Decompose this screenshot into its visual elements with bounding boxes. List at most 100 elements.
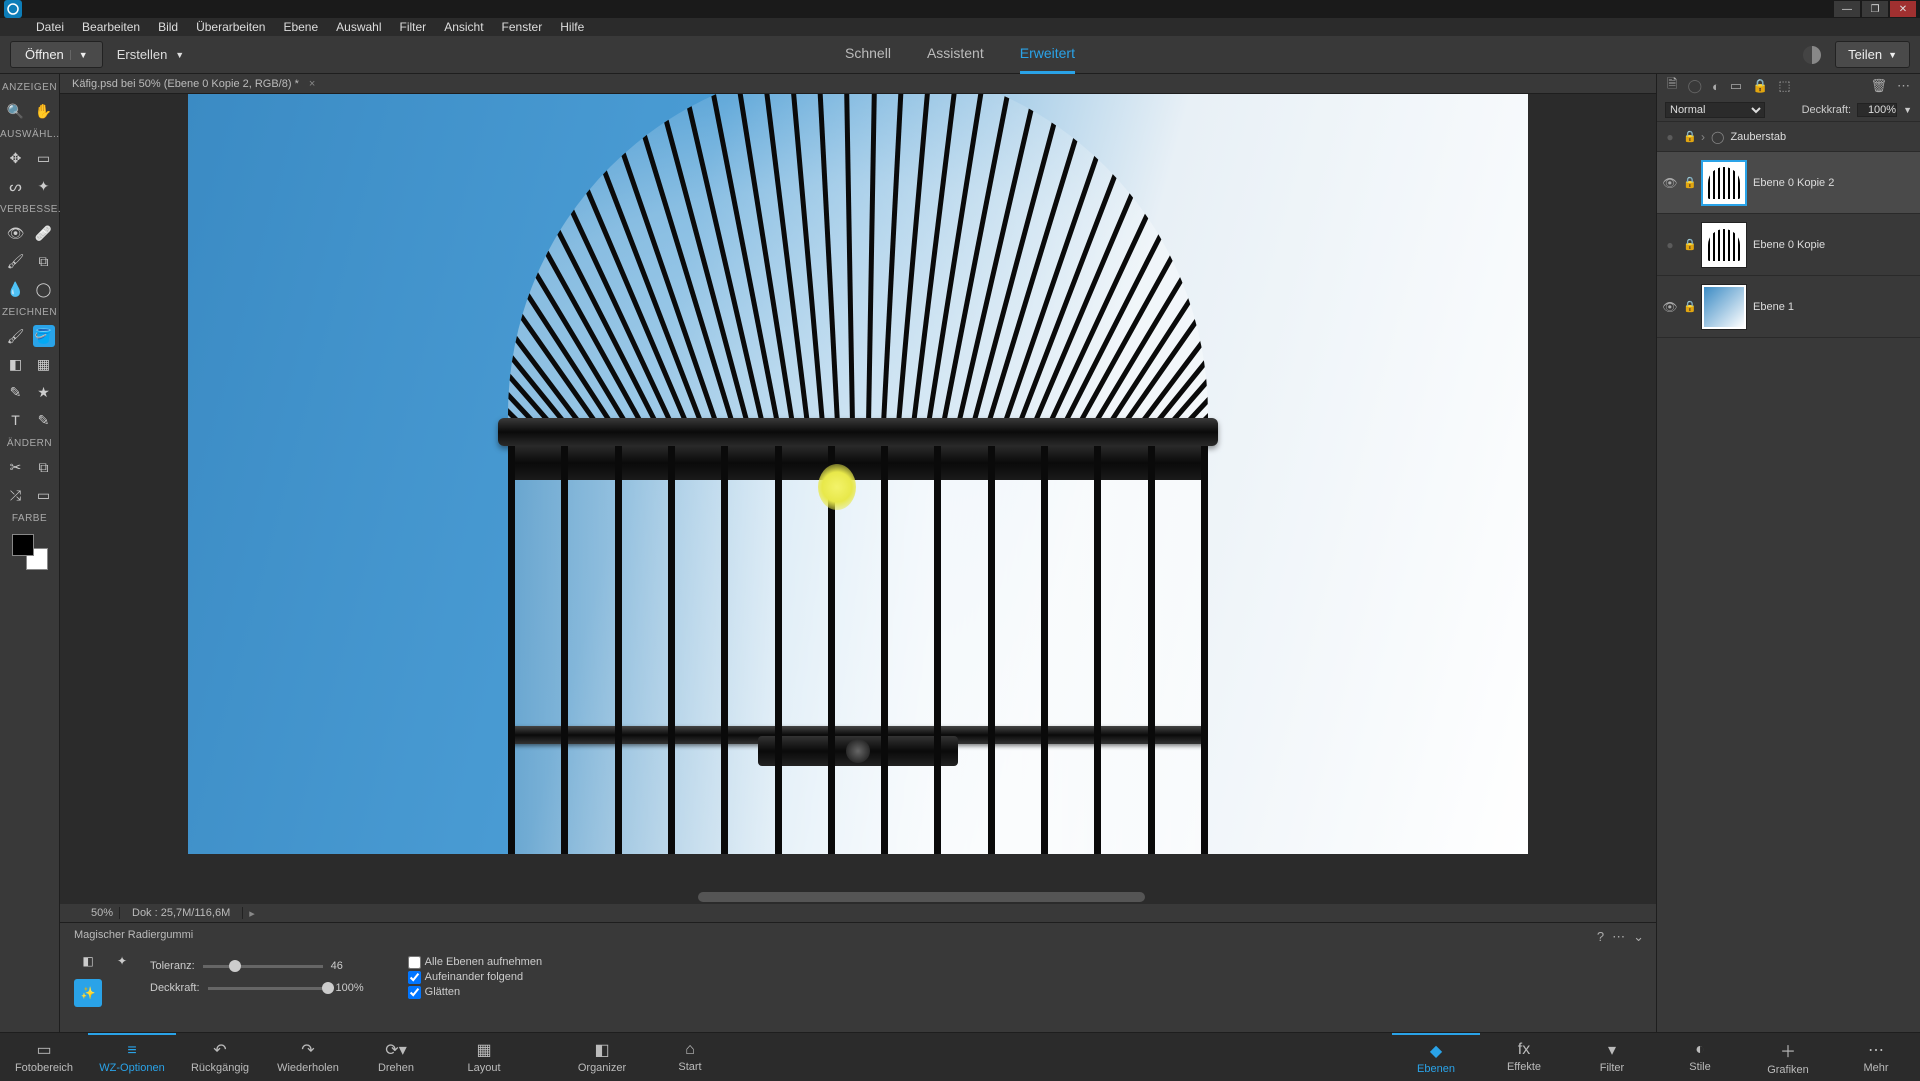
expand-icon[interactable]: › <box>1701 130 1705 144</box>
tool-move[interactable]: ✥ <box>5 147 27 169</box>
tool-recompose[interactable]: ⧉ <box>33 456 55 478</box>
menu-filter[interactable]: Filter <box>400 20 427 34</box>
blend-mode-select[interactable]: Normal <box>1665 102 1765 118</box>
window-maximize[interactable]: ❐ <box>1862 1 1888 17</box>
delete-layer-icon[interactable]: 🗑 <box>1870 78 1887 94</box>
layer-thumbnail[interactable] <box>1701 160 1747 206</box>
help-icon[interactable]: ? <box>1597 929 1604 945</box>
eraser-mode-normal[interactable]: ◧ <box>74 947 102 975</box>
visibility-toggle[interactable]: 👁 <box>1663 176 1677 190</box>
lock-icon[interactable]: 🔒 <box>1683 130 1695 143</box>
tool-smart-brush[interactable]: 🖌 <box>5 250 27 272</box>
lock-icon[interactable]: 🔒 <box>1683 300 1695 313</box>
create-button[interactable]: Erstellen ▼ <box>117 47 185 62</box>
bb-layout[interactable]: ▦Layout <box>440 1033 528 1081</box>
tab-erweitert[interactable]: Erweitert <box>1020 35 1075 74</box>
bb-start[interactable]: ⌂Start <box>646 1033 734 1081</box>
tool-lasso[interactable]: ᔕ <box>5 175 27 197</box>
tool-sponge[interactable]: ◯ <box>33 278 55 300</box>
check-all-layers-box[interactable] <box>408 956 421 969</box>
bb-grafiken[interactable]: ＋Grafiken <box>1744 1033 1832 1081</box>
check-contiguous-box[interactable] <box>408 971 421 984</box>
menu-hilfe[interactable]: Hilfe <box>560 20 584 34</box>
color-swatch[interactable] <box>12 534 48 570</box>
bb-fotobereich[interactable]: ▭Fotobereich <box>0 1033 88 1081</box>
menu-auswahl[interactable]: Auswahl <box>336 20 381 34</box>
adjustment-layer-icon[interactable]: ◐ <box>1712 79 1720 94</box>
tool-crop[interactable]: ✂ <box>5 456 27 478</box>
menu-ebene[interactable]: Ebene <box>283 20 318 34</box>
eraser-mode-magic[interactable]: ✨ <box>74 979 102 1007</box>
tool-color-picker[interactable]: ✎ <box>33 409 55 431</box>
bb-organizer[interactable]: ◧Organizer <box>558 1033 646 1081</box>
opacity-dropdown-icon[interactable]: ▼ <box>1903 105 1912 115</box>
bb-rotate[interactable]: ⟳▾Drehen <box>352 1033 440 1081</box>
layer-mask-icon[interactable]: ▭ <box>1730 78 1742 94</box>
menu-fenster[interactable]: Fenster <box>502 20 543 34</box>
lock-icon[interactable]: 🔒 <box>1683 238 1695 251</box>
menu-datei[interactable]: Datei <box>36 20 64 34</box>
collapse-icon[interactable]: ⌄ <box>1633 929 1644 945</box>
tool-healing[interactable]: 🩹 <box>33 222 55 244</box>
bb-effekte[interactable]: fxEffekte <box>1480 1033 1568 1081</box>
open-button[interactable]: Öffnen ▼ <box>10 41 103 68</box>
check-all-layers[interactable]: Alle Ebenen aufnehmen <box>408 956 542 969</box>
bb-undo[interactable]: ↶Rückgängig <box>176 1033 264 1081</box>
tab-assistent[interactable]: Assistent <box>927 35 984 74</box>
tool-marquee[interactable]: ▭ <box>33 147 55 169</box>
tool-straighten[interactable]: ⤮ <box>5 484 27 506</box>
bb-mehr[interactable]: ⋯Mehr <box>1832 1033 1920 1081</box>
open-dropdown-icon[interactable]: ▼ <box>70 50 88 60</box>
tool-hand[interactable]: ✋ <box>33 100 55 122</box>
canvas[interactable] <box>188 94 1528 854</box>
menu-bild[interactable]: Bild <box>158 20 178 34</box>
layer-row-kopie[interactable]: ● 🔒 Ebene 0 Kopie <box>1657 214 1920 276</box>
tab-schnell[interactable]: Schnell <box>845 35 891 74</box>
panel-menu-icon[interactable]: ⋯ <box>1612 929 1625 945</box>
link-layers-icon[interactable]: ⬚ <box>1778 78 1790 94</box>
layer-group-icon[interactable]: ◯ <box>1687 78 1702 94</box>
eraser-mode-background[interactable]: ✦ <box>108 947 136 975</box>
visibility-toggle[interactable]: ● <box>1663 130 1677 144</box>
tool-paint-bucket[interactable]: 🪣 <box>33 325 55 347</box>
layer-row-ebene1[interactable]: 👁 🔒 Ebene 1 <box>1657 276 1920 338</box>
tool-pencil[interactable]: ✎ <box>5 381 27 403</box>
layer-thumbnail[interactable] <box>1701 284 1747 330</box>
menu-ansicht[interactable]: Ansicht <box>444 20 483 34</box>
lock-icon[interactable]: 🔒 <box>1683 176 1695 189</box>
tool-shape[interactable]: ★ <box>33 381 55 403</box>
layer-opacity-input[interactable] <box>1857 103 1897 117</box>
check-antialias[interactable]: Glätten <box>408 986 542 999</box>
tool-eraser[interactable]: ◧ <box>5 353 27 375</box>
horizontal-scrollbar[interactable] <box>60 890 1656 904</box>
layer-thumbnail[interactable] <box>1701 222 1747 268</box>
document-tab[interactable]: Käfig.psd bei 50% (Ebene 0 Kopie 2, RGB/… <box>60 74 1656 94</box>
share-button[interactable]: Teilen ▼ <box>1835 41 1910 68</box>
tool-redeye[interactable]: 👁 <box>5 222 27 244</box>
theme-toggle-icon[interactable] <box>1803 46 1821 64</box>
canvas-area[interactable] <box>60 94 1656 890</box>
tool-zoom[interactable]: 🔍 <box>5 100 27 122</box>
tool-gradient[interactable]: ▦ <box>33 353 55 375</box>
menu-bearbeiten[interactable]: Bearbeiten <box>82 20 140 34</box>
tool-magic-wand[interactable]: ✦ <box>33 175 55 197</box>
menu-ueberarbeiten[interactable]: Überarbeiten <box>196 20 265 34</box>
new-layer-icon[interactable]: 🗎 <box>1667 75 1677 97</box>
opacity-tool-slider[interactable] <box>208 987 328 990</box>
foreground-color[interactable] <box>12 534 34 556</box>
bb-wz-optionen[interactable]: ≡WZ-Optionen <box>88 1033 176 1081</box>
window-close[interactable]: ✕ <box>1890 1 1916 17</box>
close-document-icon[interactable]: × <box>309 78 315 90</box>
visibility-toggle[interactable]: 👁 <box>1663 300 1677 314</box>
zoom-level[interactable]: 50% <box>60 907 120 919</box>
check-antialias-box[interactable] <box>408 986 421 999</box>
tool-type[interactable]: T <box>5 409 27 431</box>
tool-content-move[interactable]: ▭ <box>33 484 55 506</box>
visibility-toggle[interactable]: ● <box>1663 238 1677 252</box>
bb-ebenen[interactable]: ◆Ebenen <box>1392 1033 1480 1081</box>
check-contiguous[interactable]: Aufeinander folgend <box>408 971 542 984</box>
tool-blur[interactable]: 💧 <box>5 278 27 300</box>
layer-row-zauberstab[interactable]: ● 🔒 › ◯ Zauberstab <box>1657 122 1920 152</box>
status-expand-icon[interactable]: ▸ <box>243 907 261 920</box>
lock-layer-icon[interactable]: 🔒 <box>1752 78 1768 94</box>
